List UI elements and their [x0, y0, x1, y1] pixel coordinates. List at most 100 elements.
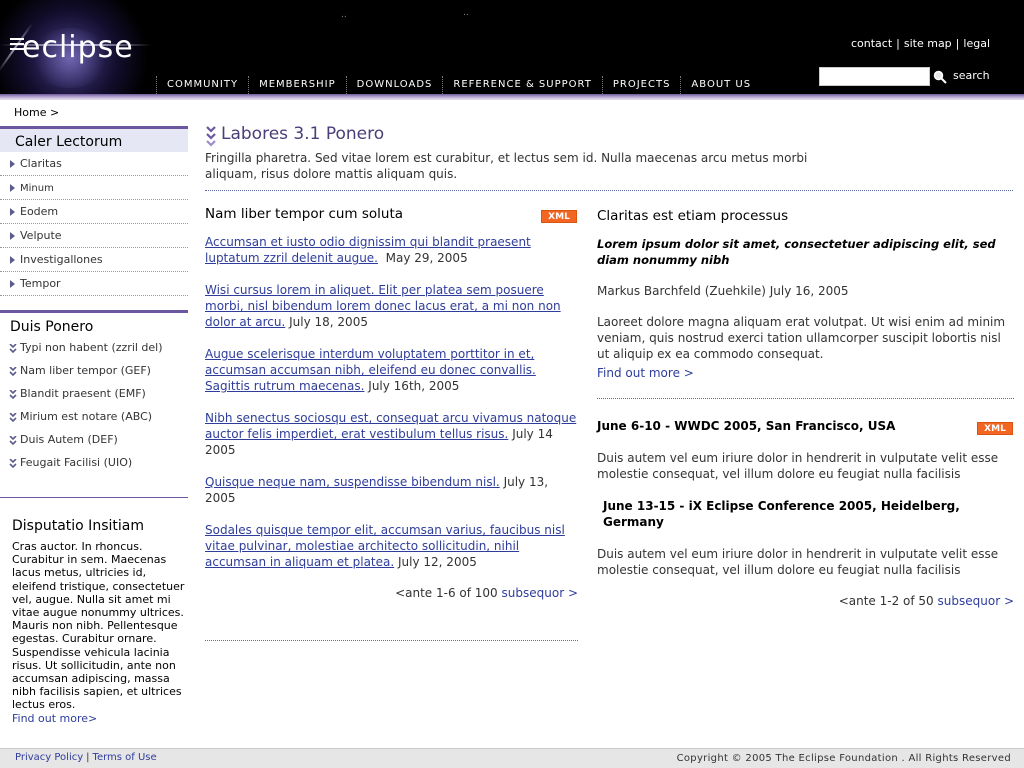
sidebar-item-velpute[interactable]: Velpute: [0, 224, 188, 248]
news-date: July 16th, 2005: [368, 379, 460, 393]
news-date: July 12, 2005: [398, 555, 477, 569]
news-title: Nam liber tempor cum soluta: [205, 206, 404, 222]
pager-range: <ante 1-2 of 50: [838, 594, 934, 608]
news-item: Accumsan et iusto odio dignissim qui bla…: [205, 234, 578, 266]
duis-list: Typi non habent (zzril del) Nam liber te…: [0, 341, 188, 479]
header-accent-bar: [0, 94, 1024, 100]
duis-item-label[interactable]: Blandit praesent (EMF): [20, 387, 146, 400]
nav-reference-support[interactable]: REFERENCE & SUPPORT: [442, 76, 601, 94]
sidebar-menu-title: Caler Lectorum: [0, 126, 188, 152]
legal-link[interactable]: legal: [963, 37, 990, 50]
nav-about-us[interactable]: ABOUT US: [680, 76, 761, 94]
events-pager: <ante 1-2 of 50 subsequor >: [597, 594, 1014, 608]
duis-item-label[interactable]: Feugait Facilisi (UIO): [20, 456, 132, 469]
sidebar-item-label[interactable]: Minum: [20, 183, 54, 194]
copyright: Copyright © 2005 The Eclipse Foundation …: [676, 753, 1011, 764]
duis-item[interactable]: Duis Autem (DEF): [0, 433, 188, 456]
event-desc: Duis autem vel eum iriure dolor in hendr…: [597, 547, 999, 577]
double-chevron-icon: [9, 413, 17, 423]
separator: |: [896, 37, 900, 50]
sidebar-item-tempor[interactable]: Tempor: [0, 272, 188, 296]
duis-item[interactable]: Feugait Facilisi (UIO): [0, 456, 188, 479]
duis-item[interactable]: Blandit praesent (EMF): [0, 387, 188, 410]
news-date: July 18, 2005: [289, 315, 368, 329]
disputatio-box: Disputatio Insitiam Cras auctor. In rhon…: [12, 518, 188, 725]
news-column: Nam liber tempor cum soluta XML Accumsan…: [205, 206, 578, 600]
double-chevron-icon: [9, 344, 17, 354]
utility-links: contact | site map | legal: [851, 37, 990, 50]
search-icon[interactable]: [933, 70, 947, 84]
news-link[interactable]: Accumsan et iusto odio dignissim qui bla…: [205, 235, 531, 265]
duis-item[interactable]: Mirium est notare (ABC): [0, 410, 188, 433]
sidebar-item-claritas[interactable]: Claritas: [0, 152, 188, 176]
feature-author: Markus Barchfeld (Zuehkile) July 16, 200…: [597, 284, 849, 298]
feature-quote: Lorem ipsum dolor sit amet, consectetuer…: [597, 237, 996, 267]
duis-item[interactable]: Typi non habent (zzril del): [0, 341, 188, 364]
site-footer: Privacy Policy | Terms of Use Copyright © …: [0, 748, 1024, 768]
nav-downloads[interactable]: DOWNLOADS: [345, 76, 443, 94]
nav-community[interactable]: COMMUNITY: [156, 76, 248, 94]
site-map-link[interactable]: site map: [904, 37, 952, 50]
arrow-bullet-icon: [10, 208, 15, 216]
disputatio-more-link[interactable]: Find out more>: [12, 712, 188, 725]
duis-item[interactable]: Nam liber tempor (GEF): [0, 364, 188, 387]
eclipse-logo[interactable]: eclipse: [0, 0, 152, 96]
decorative-dots: ..: [341, 10, 347, 20]
contact-link[interactable]: contact: [851, 37, 892, 50]
xml-feed-badge[interactable]: XML: [977, 422, 1013, 435]
page-title: Labores 3.1 Ponero: [221, 124, 385, 144]
news-link[interactable]: Quisque neque nam, suspendisse bibendum …: [205, 475, 500, 489]
footer-links: Privacy Policy | Terms of Use: [15, 752, 157, 763]
nav-projects[interactable]: PROJECTS: [601, 76, 681, 94]
news-link[interactable]: Sodales quisque tempor elit, accumsan va…: [205, 523, 565, 569]
sidebar-item-label[interactable]: Investigallones: [20, 253, 103, 266]
duis-title: Duis Ponero: [10, 319, 94, 335]
feature-body: Laoreet dolore magna aliquam erat volutp…: [597, 315, 1006, 361]
news-bottom-divider: [205, 640, 578, 641]
arrow-bullet-icon: [10, 160, 15, 168]
separator: |: [955, 37, 960, 50]
arrow-bullet-icon: [10, 184, 15, 192]
event-title: June 6-10 - WWDC 2005, San Francisco, US…: [597, 419, 896, 433]
page-intro: Fringilla pharetra. Sed vitae lorem est …: [205, 151, 808, 181]
next-page-link[interactable]: subsequor >: [502, 586, 578, 600]
terms-of-use-link[interactable]: Terms of Use: [93, 752, 157, 763]
logo-text: eclipse: [22, 30, 134, 65]
arrow-bullet-icon: [10, 256, 15, 264]
top-navigation: COMMUNITY MEMBERSHIP DOWNLOADS REFERENCE…: [156, 76, 761, 96]
breadcrumb[interactable]: Home >: [14, 106, 59, 119]
sidebar-item-label[interactable]: Eodem: [20, 205, 58, 218]
disputatio-title: Disputatio Insitiam: [12, 518, 144, 534]
search-input[interactable]: [819, 67, 930, 86]
duis-item-label[interactable]: Nam liber tempor (GEF): [20, 364, 151, 377]
next-page-link[interactable]: subsequor >: [938, 594, 1014, 608]
sidebar-item-label[interactable]: Velpute: [20, 229, 62, 242]
search-button[interactable]: search: [953, 69, 990, 82]
news-item: Augue scelerisque interdum voluptatem po…: [205, 346, 578, 394]
event-title: June 13-15 - iX Eclipse Conference 2005,…: [603, 499, 960, 529]
sidebar-item-eodem[interactable]: Eodem: [0, 200, 188, 224]
duis-item-label[interactable]: Duis Autem (DEF): [20, 433, 118, 446]
feature-more-link[interactable]: Find out more >: [597, 366, 694, 380]
news-date: May 29, 2005: [385, 251, 468, 265]
sidebar-item-investigallones[interactable]: Investigallones: [0, 248, 188, 272]
double-chevron-icon: [9, 459, 17, 469]
news-pager: <ante 1-6 of 100 subsequor >: [205, 586, 578, 600]
duis-section: Duis Ponero Typi non habent (zzril del) …: [0, 310, 188, 479]
nav-membership[interactable]: MEMBERSHIP: [248, 76, 346, 94]
site-header: eclipse .. .. contact | site map | legal COM…: [0, 0, 1024, 96]
event-desc: Duis autem vel eum iriure dolor in hendr…: [597, 451, 999, 481]
main-divider: [205, 190, 1013, 191]
arrow-bullet-icon: [10, 232, 15, 240]
sidebar-item-minum[interactable]: Minum: [0, 176, 188, 200]
xml-feed-badge[interactable]: XML: [541, 210, 577, 223]
sidebar-item-label[interactable]: Tempor: [20, 277, 61, 290]
privacy-policy-link[interactable]: Privacy Policy: [15, 752, 83, 763]
events-section: XML June 6-10 - WWDC 2005, San Francisco…: [597, 418, 1014, 608]
duis-item-label[interactable]: Typi non habent (zzril del): [20, 341, 163, 354]
duis-item-label[interactable]: Mirium est notare (ABC): [20, 410, 152, 423]
news-item: Quisque neque nam, suspendisse bibendum …: [205, 474, 578, 506]
news-link[interactable]: Wisi cursus lorem in aliquet. Elit per p…: [205, 283, 561, 329]
sidebar-item-label[interactable]: Claritas: [20, 157, 62, 170]
double-chevron-icon: [206, 126, 216, 147]
